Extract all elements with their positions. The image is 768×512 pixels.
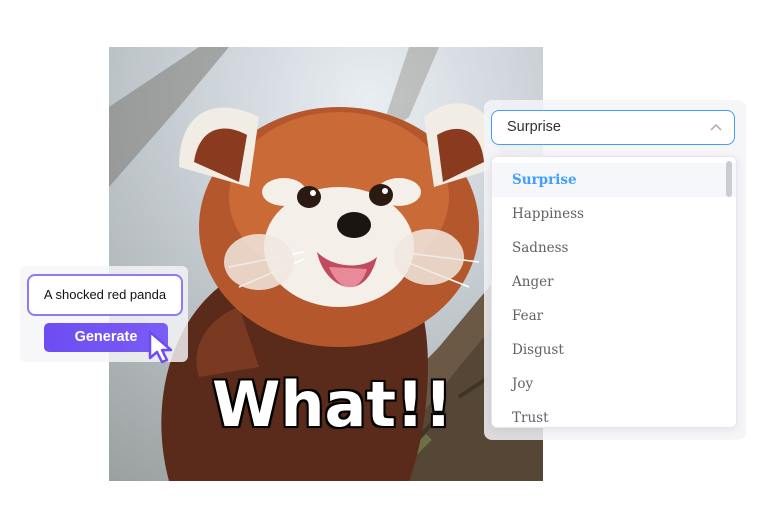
emotion-option[interactable]: Disgust: [492, 333, 736, 367]
chevron-up-icon: [710, 123, 722, 131]
options-scrollbar[interactable]: [726, 161, 732, 197]
emotion-option[interactable]: Happiness: [492, 197, 736, 231]
emotion-option[interactable]: Anger: [492, 265, 736, 299]
emotion-select-value: Surprise: [507, 119, 561, 135]
emotion-option[interactable]: Surprise: [492, 163, 736, 197]
emotion-option[interactable]: Joy: [492, 367, 736, 401]
emotion-option[interactable]: Trust: [492, 401, 736, 427]
emotion-option[interactable]: Fear: [492, 299, 736, 333]
prompt-input[interactable]: A shocked red panda: [27, 274, 183, 316]
emotion-options-list: Surprise Happiness Sadness Anger Fear Di…: [491, 156, 737, 428]
pointer-cursor-icon: [148, 330, 173, 364]
meme-caption: What!!: [211, 367, 455, 443]
emotion-option[interactable]: Sadness: [492, 231, 736, 265]
emotion-select[interactable]: Surprise: [491, 110, 735, 145]
